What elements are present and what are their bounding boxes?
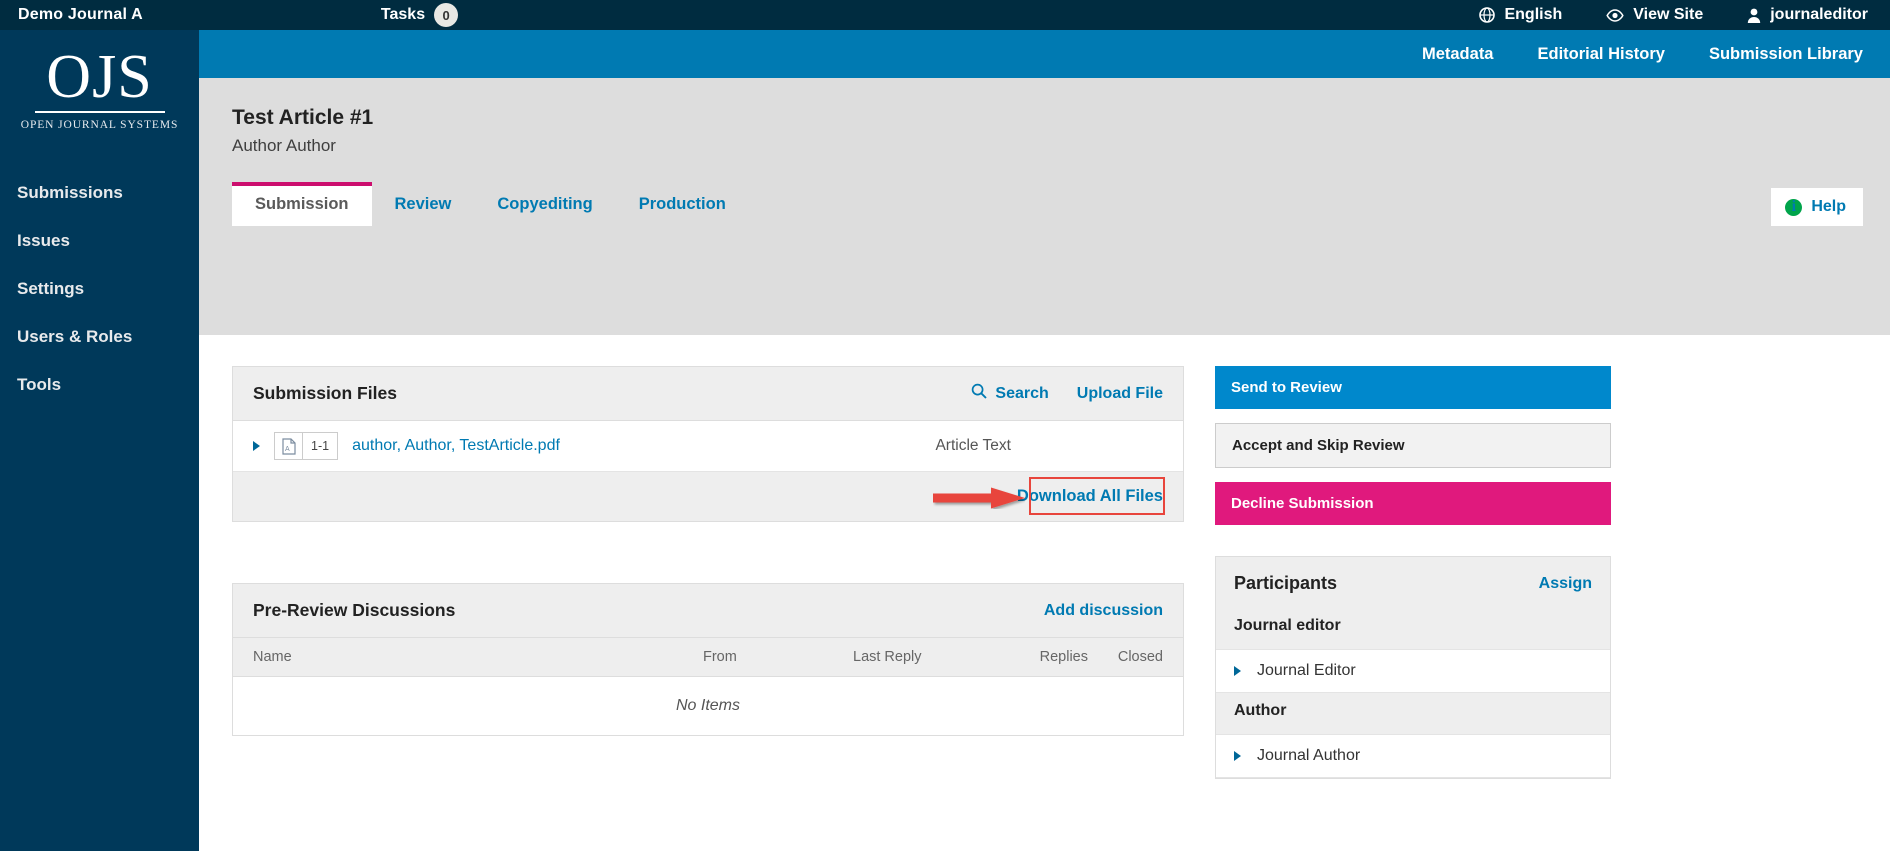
send-to-review-button[interactable]: Send to Review: [1215, 366, 1611, 409]
submission-author: Author Author: [232, 136, 336, 155]
sidebar-item-users-roles[interactable]: Users & Roles: [0, 313, 199, 361]
submission-files-title: Submission Files: [253, 383, 397, 403]
list-item[interactable]: Journal Author: [1216, 734, 1610, 778]
tab-production[interactable]: Production: [616, 182, 749, 226]
logo-text: OJS: [46, 43, 153, 111]
file-type-label: Article Text: [935, 437, 1011, 454]
nav-editorial-history[interactable]: Editorial History: [1538, 45, 1665, 64]
svg-text:A: A: [285, 446, 290, 453]
discussions-header: Pre-Review Discussions Add discussion: [233, 584, 1183, 638]
upload-file-button[interactable]: Upload File: [1077, 385, 1163, 403]
participants-title: Participants: [1234, 573, 1338, 593]
expand-row-icon[interactable]: [253, 441, 260, 451]
pdf-file-icon: A: [275, 433, 303, 459]
side-column: Send to Review Accept and Skip Review De…: [1215, 366, 1611, 851]
discussions-empty-message: No Items: [675, 697, 740, 714]
help-button[interactable]: i Help: [1771, 188, 1863, 226]
sidebar-item-issues[interactable]: Issues: [0, 217, 199, 265]
download-all-files-link[interactable]: Download All Files: [1017, 487, 1163, 506]
column-header-from: From: [703, 649, 737, 665]
username-label: journaleditor: [1770, 6, 1868, 23]
page-title: Test Article #1: [232, 106, 374, 129]
page-body: Test Article #1 Author Author Submission…: [199, 78, 1890, 851]
submission-files-header: Submission Files Search Upload File: [233, 367, 1183, 421]
sidebar-nav: Submissions Issues Settings Users & Role…: [0, 169, 199, 409]
participant-group-author: Author: [1234, 702, 1287, 719]
participants-header: Participants Assign: [1216, 557, 1610, 608]
discussions-table-header: Name From Last Reply Replies Closed: [233, 638, 1183, 677]
discussions-title: Pre-Review Discussions: [253, 600, 456, 620]
help-label: Help: [1811, 198, 1846, 215]
participants-panel: Participants Assign Journal editor Journ…: [1215, 556, 1611, 779]
submission-content: Submission Files Search Upload File A 1-…: [199, 335, 1890, 851]
user-menu[interactable]: journaleditor: [1747, 6, 1868, 24]
language-label: English: [1504, 6, 1563, 23]
list-item[interactable]: Journal Editor: [1216, 649, 1610, 693]
upload-file-label: Upload File: [1076, 384, 1163, 402]
tasks-label: Tasks: [380, 6, 426, 23]
expand-participant-icon[interactable]: [1234, 666, 1241, 676]
sidebar: OJS OPEN JOURNAL SYSTEMS Submissions Iss…: [0, 0, 199, 851]
sidebar-item-tools[interactable]: Tools: [0, 361, 199, 409]
column-header-closed: Closed: [1117, 649, 1163, 665]
add-discussion-button[interactable]: Add discussion: [1044, 602, 1163, 620]
submission-files-footer: Download All Files: [233, 472, 1183, 521]
participant-name: Journal Author: [1257, 747, 1361, 764]
file-name-link[interactable]: author, Author, TestArticle.pdf: [352, 437, 560, 455]
decline-submission-button[interactable]: Decline Submission: [1215, 482, 1611, 525]
accept-and-skip-review-button[interactable]: Accept and Skip Review: [1215, 423, 1611, 468]
submission-files-actions: Search Upload File: [971, 383, 1163, 404]
column-header-name: Name: [253, 649, 292, 665]
assign-participant-button[interactable]: Assign: [1539, 575, 1592, 593]
file-badge: A 1-1: [274, 432, 339, 460]
sidebar-item-settings[interactable]: Settings: [0, 265, 199, 313]
admin-bar-right: English View Site journaleditor: [1479, 6, 1890, 24]
journal-name: Demo Journal A: [18, 6, 143, 23]
logo-subtitle: OPEN JOURNAL SYSTEMS: [20, 118, 179, 131]
user-icon: [1747, 8, 1761, 23]
view-site-link[interactable]: View Site: [1606, 6, 1703, 24]
column-header-replies: Replies: [1039, 649, 1088, 665]
ojs-logo[interactable]: OJS OPEN JOURNAL SYSTEMS: [0, 43, 199, 131]
tab-review[interactable]: Review: [372, 182, 475, 226]
table-row[interactable]: A 1-1 author, Author, TestArticle.pdf Ar…: [233, 421, 1183, 472]
sidebar-item-submissions[interactable]: Submissions: [0, 169, 199, 217]
main-column: Submission Files Search Upload File A 1-…: [232, 366, 1184, 851]
expand-participant-icon[interactable]: [1234, 751, 1241, 761]
pre-review-discussions-panel: Pre-Review Discussions Add discussion Na…: [232, 583, 1184, 736]
submission-files-panel: Submission Files Search Upload File A 1-…: [232, 366, 1184, 522]
participant-group-journal-editor: Journal editor: [1234, 617, 1341, 634]
workflow-tabs: Submission Review Copyediting Production…: [199, 182, 1890, 226]
info-icon: i: [1785, 198, 1803, 216]
nav-submission-library[interactable]: Submission Library: [1709, 45, 1863, 64]
tasks-count-badge: 0: [434, 3, 459, 27]
language-selector[interactable]: English: [1479, 6, 1562, 24]
search-files-button[interactable]: Search: [971, 383, 1049, 404]
eye-icon: [1606, 8, 1624, 22]
add-discussion-label: Add discussion: [1043, 601, 1163, 619]
submission-nav-bar: Metadata Editorial History Submission Li…: [199, 30, 1890, 78]
search-icon: [971, 383, 988, 404]
column-header-last-reply: Last Reply: [853, 649, 922, 665]
tab-copyediting[interactable]: Copyediting: [474, 182, 615, 226]
search-label: Search: [995, 384, 1049, 402]
discussions-actions: Add discussion: [1044, 602, 1163, 620]
view-site-label: View Site: [1633, 6, 1704, 23]
globe-icon: [1479, 7, 1496, 23]
admin-bar: Demo Journal A Tasks 0 English View Site…: [0, 0, 1890, 30]
logo-divider: [34, 110, 165, 113]
tab-submission[interactable]: Submission: [232, 182, 372, 226]
tasks-button[interactable]: Tasks 0: [380, 3, 459, 27]
file-revision-label: 1-1: [311, 439, 330, 453]
nav-metadata[interactable]: Metadata: [1422, 45, 1494, 64]
participant-name: Journal Editor: [1257, 662, 1356, 679]
